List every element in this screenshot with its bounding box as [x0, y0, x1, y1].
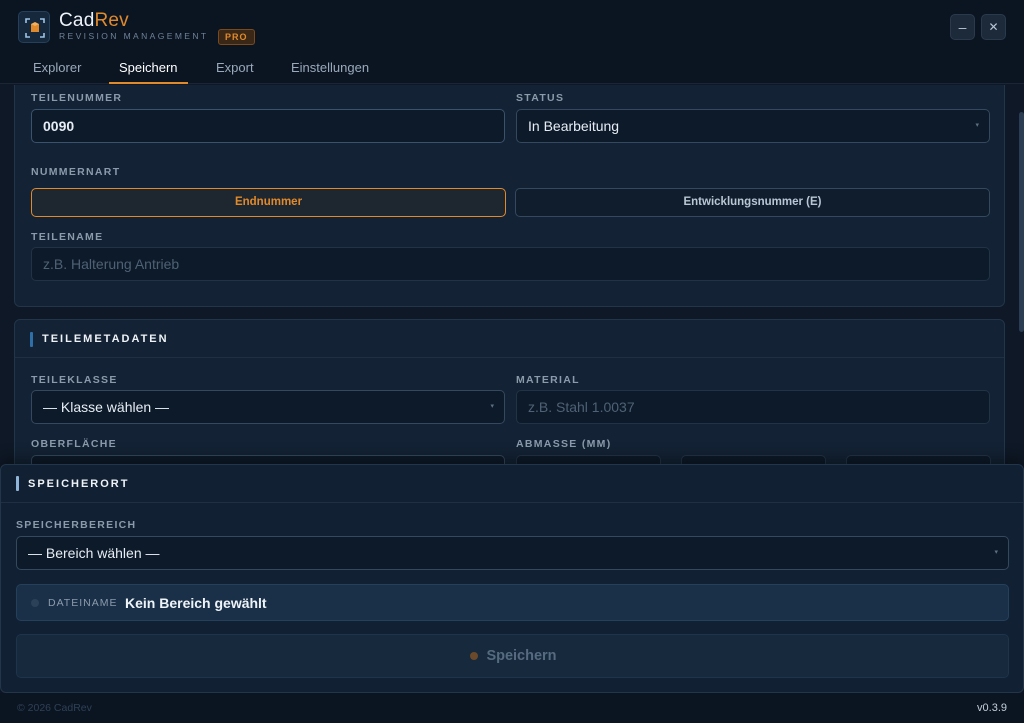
material-input[interactable]: z.B. Stahl 1.0037 [516, 390, 990, 424]
close-button[interactable]: ✕ [981, 14, 1006, 40]
part-name-label: TEILENAME [31, 231, 104, 243]
section-marker [30, 332, 33, 347]
version-text: v0.3.9 [977, 702, 1007, 714]
tab-explorer[interactable]: Explorer [19, 56, 95, 84]
section-marker [16, 476, 19, 491]
part-class-label: TEILEKLASSE [31, 374, 118, 386]
minimize-icon: – [958, 19, 967, 35]
part-name-input[interactable]: z.B. Halterung Antrieb [31, 247, 990, 281]
filename-label: DATEINAME [48, 597, 118, 609]
storage-area-value: — Bereich wählen — [28, 545, 160, 561]
pro-badge: PRO [218, 29, 255, 45]
part-number-input[interactable]: 0090 [31, 109, 505, 143]
chevron-down-icon: ▾ [994, 549, 998, 556]
tab-speichern[interactable]: Speichern [105, 56, 192, 84]
save-button[interactable]: Speichern [16, 634, 1009, 678]
chevron-down-icon: ▾ [490, 403, 494, 410]
app-subtitle: REVISION MANAGEMENT [59, 31, 209, 41]
close-icon: ✕ [988, 20, 999, 34]
copyright-text: © 2026 CadRev [17, 702, 92, 714]
status-select[interactable]: In Bearbeitung ▾ [516, 109, 990, 143]
number-type-label: NUMMERNART [31, 166, 121, 178]
main-tabs: Explorer Speichern Export Einstellungen [0, 56, 1024, 84]
part-class-value: — Klasse wählen — [43, 399, 170, 415]
filename-preview: DATEINAME Kein Bereich gewählt [16, 584, 1009, 621]
divider [1, 502, 1023, 503]
tab-einstellungen[interactable]: Einstellungen [277, 56, 383, 84]
surface-label: OBERFLÄCHE [31, 438, 117, 450]
status-footer: © 2026 CadRev v0.3.9 [0, 693, 1024, 723]
storage-panel: SPEICHERORT SPEICHERBEREICH — Bereich wä… [0, 464, 1024, 693]
part-card: TEILENUMMER 0090 STATUS In Bearbeitung ▾… [14, 85, 1005, 307]
material-label: MATERIAL [516, 374, 580, 386]
part-number-label: TEILENUMMER [31, 92, 123, 104]
status-value: In Bearbeitung [528, 118, 620, 134]
storage-title: SPEICHERORT [28, 478, 130, 490]
dimensions-label: ABMASSE (MM) [516, 438, 612, 450]
storage-area-select[interactable]: — Bereich wählen — ▾ [16, 536, 1009, 570]
tab-export[interactable]: Export [202, 56, 268, 84]
app-name: CadRev [59, 10, 129, 31]
filename-value: Kein Bereich gewählt [125, 595, 267, 611]
storage-area-label: SPEICHERBEREICH [16, 519, 137, 531]
save-button-label: Speichern [17, 635, 1010, 677]
divider [15, 357, 1004, 358]
status-dot-icon [31, 599, 39, 607]
entwicklungsnummer-option[interactable]: Entwicklungsnummer (E) [515, 188, 990, 217]
part-class-select[interactable]: — Klasse wählen — ▾ [31, 390, 505, 424]
metadata-title: TEILEMETADATEN [42, 333, 169, 345]
status-label: STATUS [516, 92, 565, 104]
app-header: CadRev REVISION MANAGEMENT PRO – ✕ Explo… [0, 0, 1024, 84]
app-logo-icon [18, 11, 50, 43]
endnummer-option[interactable]: Endnummer [31, 188, 506, 217]
chevron-down-icon: ▾ [975, 122, 979, 129]
scrollbar-thumb[interactable] [1019, 112, 1024, 332]
save-dot-icon [470, 652, 479, 660]
minimize-button[interactable]: – [950, 14, 975, 40]
